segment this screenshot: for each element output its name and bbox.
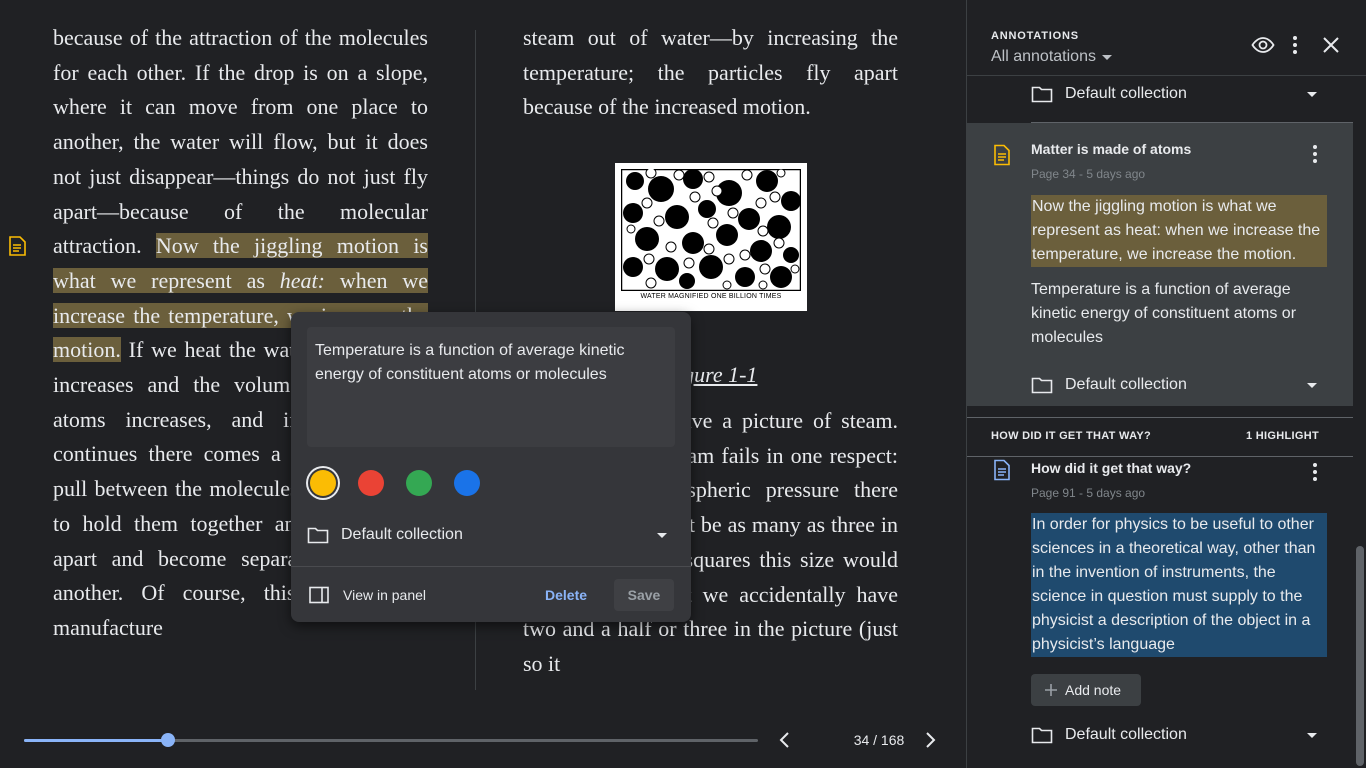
chevron-down-icon <box>1101 54 1112 60</box>
paragraph-text: steam out of water—by increasing the tem… <box>523 25 898 120</box>
color-green-swatch[interactable] <box>406 470 432 496</box>
panel-header: ANNOTATIONS All annotations <box>967 0 1366 76</box>
panel-scrollbar[interactable] <box>1353 76 1366 768</box>
reading-progress-slider[interactable] <box>24 733 758 747</box>
chevron-down-icon <box>657 532 667 538</box>
view-in-panel-button[interactable]: View in panel <box>309 583 426 607</box>
color-yellow-swatch[interactable] <box>310 470 336 496</box>
save-button[interactable]: Save <box>614 579 674 611</box>
add-note-button[interactable]: Add note <box>1031 674 1141 706</box>
highlight-quote[interactable]: Now the jiggling motion is what we repre… <box>1031 195 1327 267</box>
figure-image: WATER MAGNIFIED ONE BILLION TIMES <box>615 163 807 311</box>
panel-title: ANNOTATIONS <box>991 30 1079 42</box>
chevron-down-icon <box>1307 91 1317 97</box>
color-blue-swatch[interactable] <box>454 470 480 496</box>
annotation-filter-dropdown[interactable]: All annotations <box>991 48 1112 66</box>
section-count: 1 HIGHLIGHT <box>1246 430 1319 442</box>
more-vert-icon[interactable] <box>1283 33 1307 57</box>
chapter-section-header: HOW DID IT GET THAT WAY? 1 HIGHLIGHT <box>967 417 1353 457</box>
chevron-down-icon <box>1307 732 1317 738</box>
note-icon <box>994 144 1010 166</box>
annotation-editor-popup: Temperature is a function of average kin… <box>291 312 691 622</box>
collection-label: Default collection <box>341 526 463 543</box>
popup-footer: View in panel Delete Save <box>291 566 691 622</box>
delete-button[interactable]: Delete <box>535 579 597 611</box>
molecules-illustration <box>621 169 801 291</box>
annotation-note[interactable]: Temperature is a function of average kin… <box>1031 278 1327 350</box>
folder-icon <box>307 527 329 544</box>
color-red-swatch[interactable] <box>358 470 384 496</box>
plus-icon <box>1045 684 1057 696</box>
visibility-eye-icon[interactable] <box>1251 33 1275 57</box>
scrollbar-thumb[interactable] <box>1356 546 1364 766</box>
annotations-list[interactable]: Default collection Matter is made of ato… <box>967 76 1353 768</box>
section-title: HOW DID IT GET THAT WAY? <box>991 430 1151 442</box>
annotation-meta: Page 91 - 5 days ago <box>1031 486 1146 500</box>
annotation-title: How did it get that way? <box>1031 460 1192 476</box>
collection-dropdown[interactable]: Default collection <box>1031 722 1321 748</box>
collection-dropdown[interactable]: Default collection <box>1031 81 1321 107</box>
annotation-card-selected[interactable]: Matter is made of atoms Page 34 - 5 days… <box>967 123 1353 406</box>
collection-dropdown[interactable]: Default collection <box>1031 372 1321 398</box>
note-icon[interactable] <box>8 236 26 256</box>
view-in-panel-label: View in panel <box>343 587 427 603</box>
note-icon <box>994 459 1010 481</box>
side-panel-icon <box>309 586 329 604</box>
collection-label: Default collection <box>1065 85 1187 102</box>
text-column-right: steam out of water—by increasing the tem… <box>523 21 898 125</box>
next-page-icon[interactable] <box>918 728 942 752</box>
filter-label: All annotations <box>991 48 1096 65</box>
highlight-emphasis: heat: <box>279 267 325 293</box>
annotation-title: Matter is made of atoms <box>1031 141 1192 157</box>
collection-label: Default collection <box>1065 376 1187 393</box>
more-vert-icon[interactable] <box>1303 142 1327 166</box>
paragraph-text: because of the attraction of the molecul… <box>53 25 428 259</box>
progress-fill <box>24 739 168 742</box>
page-indicator: 34 / 168 <box>853 732 905 748</box>
progress-thumb[interactable] <box>160 733 175 747</box>
folder-icon <box>1031 727 1053 744</box>
annotation-meta: Page 34 - 5 days ago <box>1031 167 1146 181</box>
chevron-down-icon <box>1307 382 1317 388</box>
figure-caption: WATER MAGNIFIED ONE BILLION TIMES <box>640 293 782 300</box>
collection-dropdown[interactable]: Default collection <box>307 522 671 548</box>
more-vert-icon[interactable] <box>1303 460 1327 484</box>
folder-icon <box>1031 377 1053 394</box>
add-note-label: Add note <box>1065 682 1122 698</box>
folder-icon <box>1031 86 1053 103</box>
highlight-quote[interactable]: In order for physics to be useful to oth… <box>1031 513 1327 657</box>
note-textarea[interactable]: Temperature is a function of average kin… <box>307 327 675 447</box>
close-icon[interactable] <box>1319 33 1343 57</box>
annotations-panel: ANNOTATIONS All annotations Default coll… <box>966 0 1366 768</box>
previous-page-icon[interactable] <box>773 728 797 752</box>
collection-label: Default collection <box>1065 726 1187 743</box>
